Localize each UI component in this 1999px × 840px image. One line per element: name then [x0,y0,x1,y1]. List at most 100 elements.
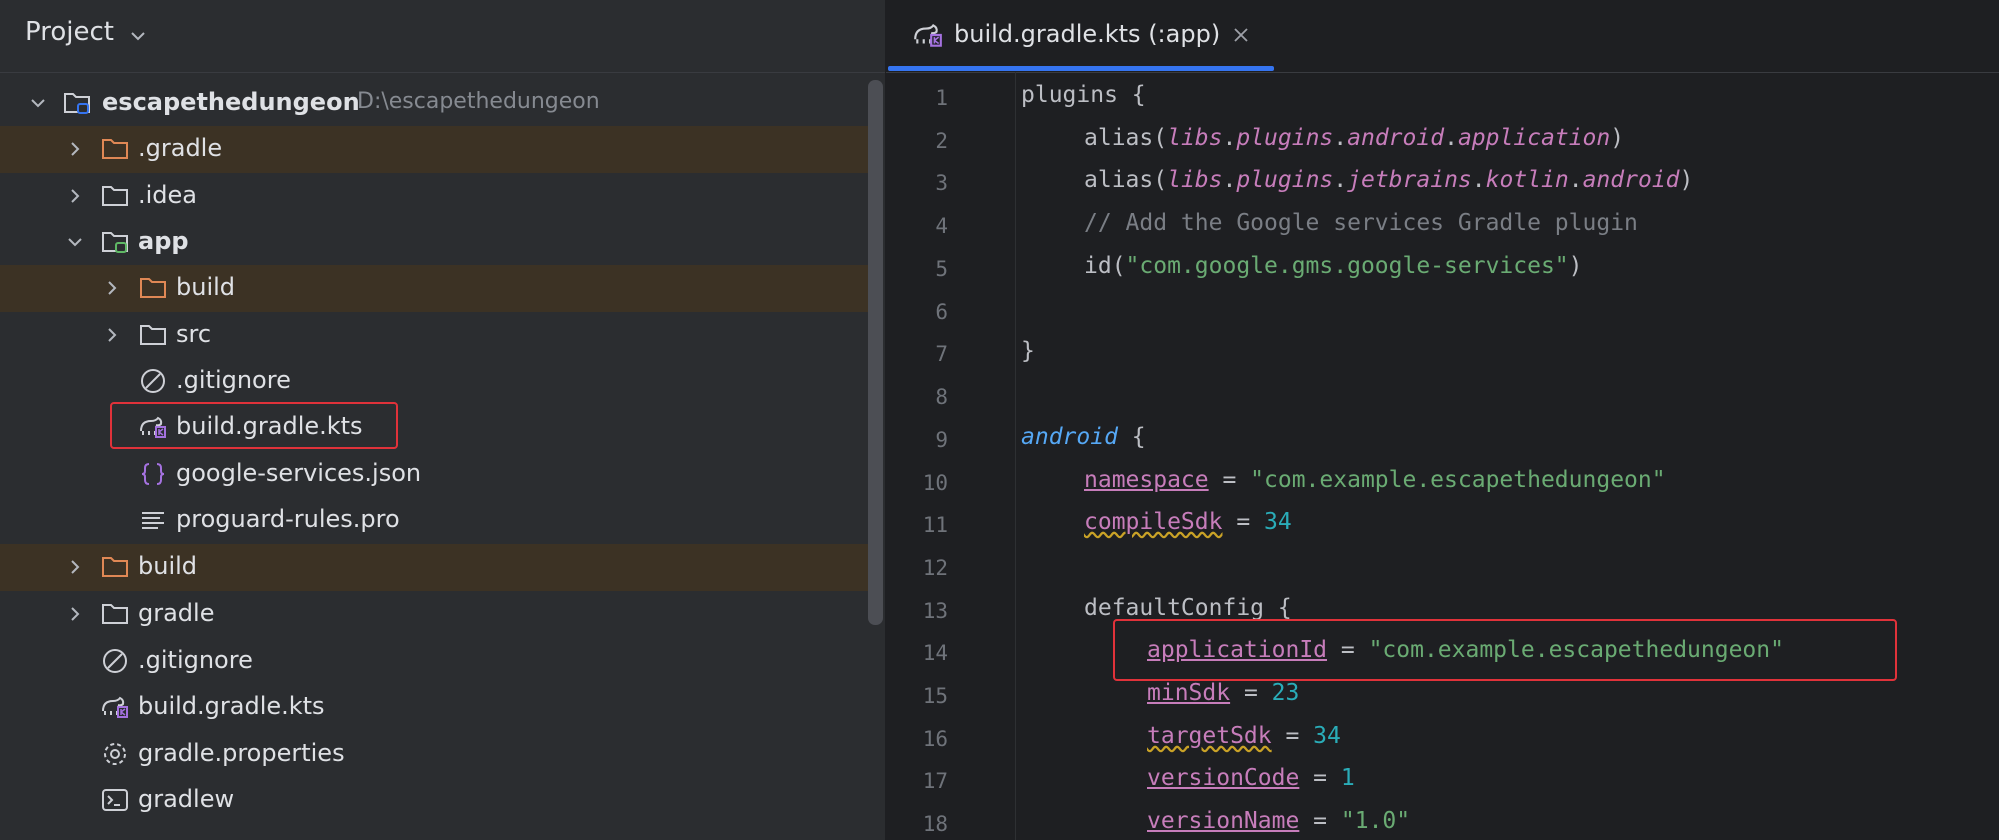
code-text: . [1471,167,1486,193]
chevron-right-icon[interactable] [64,603,86,625]
code-text: = [1271,723,1314,749]
code-line[interactable]: targetSdk = 34 [1147,723,1341,749]
code-text: alias( [1084,167,1168,193]
root-path: D:\escapethedungeon [357,89,600,114]
line-number: 7 [935,342,948,366]
chevron-right-icon[interactable] [101,277,123,299]
tree-row-gitignore[interactable]: .gitignore [0,638,868,685]
tree-row-proguard-rules[interactable]: proguard-rules.pro [0,497,868,544]
project-title[interactable]: Project [25,17,114,47]
code-text: libs [1167,125,1223,151]
code-line[interactable]: android { [1021,424,1146,450]
code-text: plugins [1236,125,1334,151]
ignore-file-icon [141,369,165,393]
tree-row-build[interactable]: build [0,544,868,591]
tree-label: app [138,227,189,255]
code-text: = [1222,509,1265,535]
module-folder-icon [102,232,128,253]
code-line[interactable]: namespace = "com.example.escapethedungeo… [1084,467,1666,493]
project-header[interactable]: Project [0,0,885,73]
code-text: . [1222,167,1237,193]
tree-label: build.gradle.kts [138,692,325,720]
code-text: { [1117,424,1146,450]
folder-icon [102,139,128,159]
code-text: . [1568,167,1583,193]
tree-row-app[interactable]: app [0,219,868,266]
tab-label: build.gradle.kts (:app) [954,20,1221,48]
tree-row-app-gitignore[interactable]: .gitignore [0,358,868,405]
chevron-right-icon[interactable] [64,185,86,207]
line-number: 14 [922,641,948,665]
code-text: plugins { [1021,82,1146,108]
line-number: 8 [935,385,948,409]
tree-row-gradle-dir[interactable]: .gradle [0,126,868,173]
tree-row-gradle-properties[interactable]: gradle.properties [0,731,868,778]
tree-row-app-build[interactable]: build [0,265,868,312]
code-text: = [1299,808,1341,834]
line-number: 17 [922,769,948,793]
code-line[interactable]: minSdk = 23 [1147,680,1299,706]
code-text: kotlin [1485,167,1569,193]
tab-build-gradle-kts[interactable]: build.gradle.kts (:app) [888,0,1273,72]
tree-label: gradlew [138,785,235,813]
tree-label: gradle.properties [138,739,345,767]
tree-row-gradlew[interactable]: gradlew [0,777,868,824]
tree-row-idea[interactable]: .idea [0,173,868,220]
chevron-down-icon[interactable] [64,231,86,253]
ignore-file-icon [103,649,127,673]
code-text: alias( [1084,125,1168,151]
code-text: . [1333,167,1348,193]
code-text: . [1333,125,1348,151]
tree-row-google-services-json[interactable]: google-services.json [0,451,868,498]
tree-label: build [176,273,236,301]
code-line[interactable]: alias(libs.plugins.android.application) [1084,125,1624,151]
tree-row-root[interactable]: escapethedungeon D:\escapethedungeon [0,80,868,127]
folder-icon [140,278,166,298]
tree-label: src [176,320,212,348]
code-line[interactable]: plugins { [1021,82,1146,108]
code-text: plugins [1236,167,1334,193]
chevron-right-icon[interactable] [101,324,123,346]
line-number: 5 [935,257,948,281]
code-text: android [1347,125,1445,151]
tree-label: .gitignore [138,646,253,674]
editor-tab-bar: build.gradle.kts (:app) [886,0,1999,73]
module-folder-icon [64,93,90,114]
code-editor[interactable]: build.gradle.kts (:app) 1 2 3 4 5 6 7 8 … [886,0,1999,840]
code-line[interactable]: id("com.google.gms.google-services") [1084,253,1583,279]
tree-row-src[interactable]: src [0,312,868,359]
chevron-down-icon[interactable] [128,26,148,46]
line-number: 15 [922,684,948,708]
tree-label: .gradle [138,134,223,162]
code-string: "com.google.gms.google-services" [1125,253,1569,279]
line-number: 1 [935,86,948,110]
line-number: 13 [922,599,948,623]
chevron-right-icon[interactable] [64,138,86,160]
tree-label: google-services.json [176,459,422,487]
chevron-down-icon[interactable] [27,92,49,114]
tree-label: .idea [138,181,198,209]
json-icon [141,463,165,485]
gradle-kts-icon [914,24,942,47]
line-number: 9 [935,428,948,452]
code-text: libs [1167,167,1223,193]
code-number: 34 [1264,509,1292,535]
project-scrollbar[interactable] [868,80,883,625]
chevron-right-icon[interactable] [64,556,86,578]
code-line[interactable]: defaultConfig { [1084,595,1292,621]
code-comment[interactable]: // Add the Google services Gradle plugin [1084,210,1638,236]
gradle-kts-icon [102,696,128,718]
tree-row-gradle[interactable]: gradle [0,591,868,638]
close-icon[interactable] [1232,26,1250,44]
tree-row-build-gradle-kts[interactable]: build.gradle.kts [0,684,868,731]
code-string: "com.example.escapethedungeon" [1250,467,1666,493]
folder-icon [102,604,128,624]
code-text: } [1021,338,1035,364]
code-line[interactable]: } [1021,338,1035,364]
code-line[interactable]: compileSdk = 34 [1084,509,1292,535]
terminal-icon [102,789,128,811]
code-property: versionName [1147,808,1300,834]
code-line[interactable]: versionName = "1.0" [1147,808,1410,834]
code-line[interactable]: versionCode = 1 [1147,765,1355,791]
code-line[interactable]: alias(libs.plugins.jetbrains.kotlin.andr… [1084,167,1693,193]
